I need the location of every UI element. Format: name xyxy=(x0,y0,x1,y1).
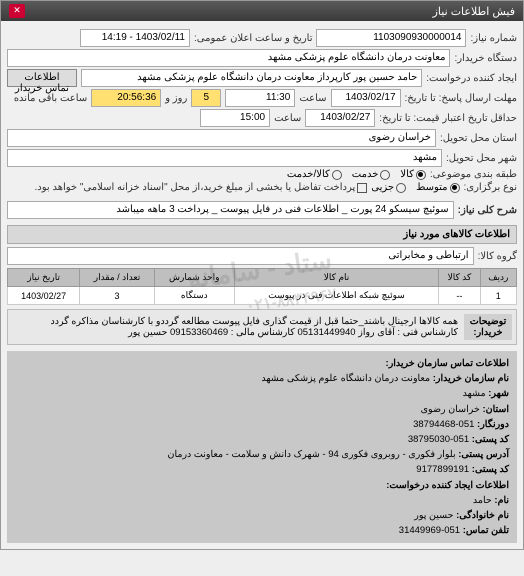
lname-label: نام خانوادگی: xyxy=(456,510,509,521)
radio-goods[interactable]: کالا xyxy=(400,169,426,180)
time-label-2: ساعت xyxy=(274,113,301,124)
lname: حسین پور xyxy=(414,510,453,521)
goods-group: ارتباطی و مخابراتی xyxy=(7,247,474,265)
city: مشهد xyxy=(7,149,442,167)
price-time: 15:00 xyxy=(200,109,270,127)
contact-info-block: اطلاعات تماس سازمان خریدار: نام سازمان خ… xyxy=(7,351,517,543)
radio-partial[interactable]: جزیی xyxy=(371,182,406,193)
window-title: فیش اطلاعات نیاز xyxy=(433,5,515,18)
nat: 9177899191 xyxy=(416,464,469,475)
radio-service-label: خدمت xyxy=(352,169,379,180)
number-label: شماره نیاز: xyxy=(470,33,517,44)
table-header: تاریخ نیاز xyxy=(8,269,80,287)
days-remaining: 5 xyxy=(191,89,221,107)
radio-medium[interactable]: متوسط xyxy=(416,182,459,193)
goods-table: ردیفکد کالانام کالاواحد شمارشتعداد / مقد… xyxy=(7,268,517,305)
radio-medium-label: متوسط xyxy=(416,182,447,193)
price-date: 1403/02/27 xyxy=(305,109,375,127)
fname: حامد xyxy=(473,495,492,506)
need-desc-label: شرح کلی نیاز: xyxy=(458,205,517,216)
table-header: واحد شمارش xyxy=(154,269,234,287)
time-remaining: 20:56:36 xyxy=(91,89,161,107)
radio-partial-label: جزیی xyxy=(371,182,394,193)
creator-name: حامد حسین پور کارپرداز معاونت درمان دانش… xyxy=(81,69,422,87)
fax-label: دورنگار: xyxy=(477,419,509,430)
city-label: شهر محل تحویل: xyxy=(446,153,517,164)
need-number: 1103090930000014 xyxy=(316,29,466,47)
radio-goods-label: کالا xyxy=(400,169,414,180)
table-header: ردیف xyxy=(480,269,516,287)
response-date: 1403/02/17 xyxy=(331,89,401,107)
province: خراسان رضوی xyxy=(7,129,436,147)
announce-datetime: 1403/02/11 - 14:19 xyxy=(80,29,190,47)
creator-label: ایجاد کننده درخواست: xyxy=(426,73,517,84)
contacts-title: اطلاعات تماس سازمان خریدار: xyxy=(386,358,509,369)
c-city: مشهد xyxy=(463,388,486,399)
day-label: روز و xyxy=(165,93,187,104)
treasury-note: پرداخت تفاضل یا بخشی از مبلغ خرید،از محل… xyxy=(34,182,355,193)
buyer-notes-label: توضیحات خریدار: xyxy=(464,314,512,340)
radio-both[interactable]: کالا/خدمت xyxy=(287,169,342,180)
c-province: خراسان رضوی xyxy=(421,404,480,415)
table-header: نام کالا xyxy=(234,269,438,287)
postal-label: کد پستی: xyxy=(472,434,509,445)
table-row: 1--سوئیچ شبکه اطلاعات فنی در پیوستدستگاه… xyxy=(8,287,517,305)
group-label: گروه کالا: xyxy=(478,251,517,262)
table-header: تعداد / مقدار xyxy=(80,269,154,287)
sec-title: اطلاعات ایجاد کننده درخواست: xyxy=(386,480,509,491)
goods-title: اطلاعات کالاهای مورد نیاز xyxy=(7,225,517,244)
postal: 051-38795030 xyxy=(408,434,469,445)
buyer-name-label: دستگاه خریدار: xyxy=(454,53,517,64)
org-label: نام سازمان خریدار: xyxy=(433,373,509,384)
buyer-name: معاونت درمان دانشگاه علوم پزشکی مشهد xyxy=(7,49,450,67)
response-deadline-label: مهلت ارسال پاسخ: تا تاریخ: xyxy=(405,93,517,104)
nat-label: کد پستی: xyxy=(472,464,509,475)
addr-label: آدرس پستی: xyxy=(458,449,509,460)
radio-service[interactable]: خدمت xyxy=(352,169,391,180)
table-header: کد کالا xyxy=(439,269,480,287)
contact-buyer-button[interactable]: اطلاعات تماس خریدار xyxy=(7,69,77,87)
fname-label: نام: xyxy=(494,495,509,506)
price-deadline-label: حداقل تاریخ اعتبار قیمت: تا تاریخ: xyxy=(379,113,517,124)
need-desc: سوئیچ سیسکو 24 پورت _ اطلاعات فنی در فای… xyxy=(7,201,454,219)
c-city-label: شهر: xyxy=(488,388,509,399)
addr: بلوار فکوری - روبروی فکوری 94 - شهرک دان… xyxy=(168,449,456,460)
tel: 051-31449969 xyxy=(399,525,460,536)
close-icon[interactable]: ✕ xyxy=(9,4,25,18)
classify-label: طبقه بندی موضوعی: xyxy=(430,169,517,180)
c-province-label: استان: xyxy=(482,404,509,415)
radio-both-label: کالا/خدمت xyxy=(287,169,330,180)
fax: 051-38794468 xyxy=(413,419,474,430)
time-label-1: ساعت xyxy=(299,93,326,104)
priority-label: نوع برگزاری: xyxy=(464,182,518,193)
announce-label: تاریخ و ساعت اعلان عمومی: xyxy=(194,33,313,44)
treasury-checkbox[interactable]: پرداخت تفاضل یا بخشی از مبلغ خرید،از محل… xyxy=(34,182,367,193)
tel-label: تلفن تماس: xyxy=(463,525,509,536)
province-label: استان محل تحویل: xyxy=(440,133,517,144)
response-time: 11:30 xyxy=(225,89,295,107)
org-name: معاونت درمان دانشگاه علوم پزشکی مشهد xyxy=(261,373,430,384)
remain-label: ساعت باقی مانده xyxy=(14,93,87,104)
buyer-notes-text: همه کالاها ارجینال باشند_حتما قبل از قیم… xyxy=(12,314,464,340)
